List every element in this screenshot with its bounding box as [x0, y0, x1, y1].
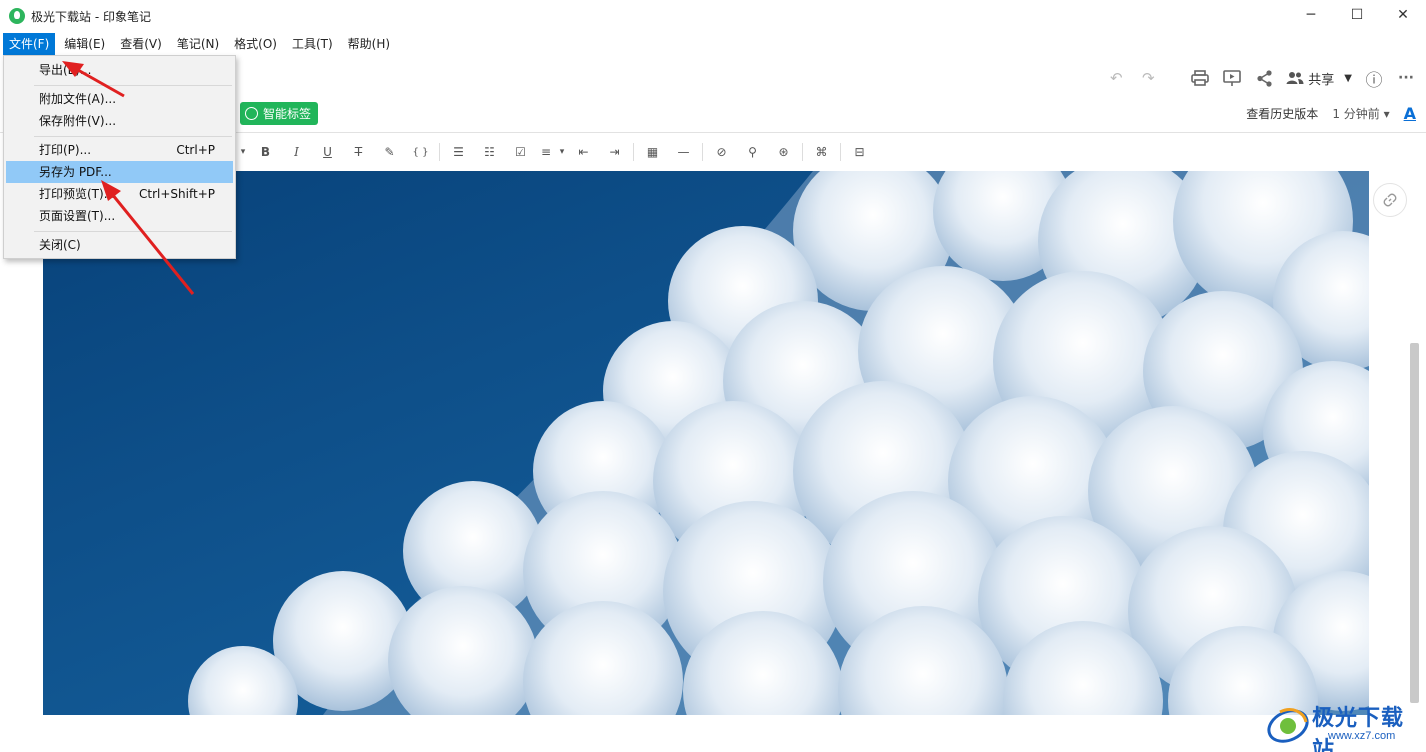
- outdent-icon[interactable]: ⇤: [568, 140, 599, 164]
- history-link[interactable]: 查看历史版本: [1246, 105, 1318, 122]
- menu-format[interactable]: 格式(O): [228, 33, 283, 55]
- users-icon: [1286, 72, 1304, 84]
- bullet-list-icon[interactable]: ☰: [443, 140, 474, 164]
- menu-separator: [34, 231, 232, 232]
- menu-item-label: 打印预览(T)...: [39, 187, 116, 201]
- format-toolbar: ▾ B I U T̶ ✎ { } ☰ ☷ ☑ ≡ ▾ ⇤ ⇥ ▦ — ⊘ ⚲ ⊛…: [236, 140, 875, 164]
- minimize-button[interactable]: ─: [1288, 0, 1334, 30]
- menu-separator: [34, 136, 232, 137]
- undo-icon[interactable]: ↶: [1106, 68, 1126, 88]
- smart-tag-button[interactable]: 智能标签: [240, 102, 319, 125]
- numbered-list-icon[interactable]: ☷: [474, 140, 505, 164]
- indent-icon[interactable]: ⇥: [599, 140, 630, 164]
- erase-format-icon[interactable]: ⊟: [844, 140, 875, 164]
- toolbar-separator: [702, 143, 703, 161]
- menu-item-print[interactable]: 打印(P)... Ctrl+P: [6, 139, 233, 161]
- file-menu-dropdown: 导出(E)... 附加文件(A)... 保存附件(V)... 打印(P)... …: [3, 55, 236, 259]
- window-title: 极光下载站 - 印象笔记: [31, 9, 151, 24]
- shortcut-icon[interactable]: ⌘: [806, 140, 837, 164]
- menu-item-shortcut: Ctrl+Shift+P: [139, 187, 215, 201]
- attachment-icon[interactable]: ⊘: [706, 140, 737, 164]
- menu-item-label: 打印(P)...: [39, 143, 92, 157]
- code-icon[interactable]: { }: [405, 140, 436, 164]
- toolbar-separator: [802, 143, 803, 161]
- checklist-icon[interactable]: ☑: [505, 140, 536, 164]
- smart-tag-label: 智能标签: [263, 107, 312, 121]
- watermark-logo-icon: [1267, 708, 1309, 743]
- menu-item-label: 关闭(C): [39, 238, 81, 252]
- horizontal-rule-icon[interactable]: —: [668, 140, 699, 164]
- menu-item-page-setup[interactable]: 页面设置(T)...: [6, 205, 233, 227]
- scrollbar[interactable]: [1410, 343, 1419, 703]
- mindmap-icon[interactable]: ⊛: [768, 140, 799, 164]
- print-icon[interactable]: [1190, 68, 1210, 88]
- share-label: 共享: [1308, 72, 1335, 88]
- redo-icon[interactable]: ↷: [1138, 68, 1158, 88]
- menu-item-close[interactable]: 关闭(C): [6, 234, 233, 256]
- table-icon[interactable]: ▦: [637, 140, 668, 164]
- menu-item-label: 附加文件(A)...: [39, 92, 117, 106]
- present-icon[interactable]: [1222, 68, 1242, 88]
- menu-item-label: 导出(E)...: [39, 63, 92, 77]
- chevron-down-icon: ▼: [1344, 72, 1352, 84]
- menu-tools[interactable]: 工具(T): [286, 33, 339, 55]
- window-controls: ─ ☐ ✕: [1288, 0, 1426, 32]
- menu-item-label: 页面设置(T)...: [39, 209, 116, 223]
- menu-file[interactable]: 文件(F): [3, 33, 56, 55]
- strikethrough-icon[interactable]: T̶: [343, 140, 374, 164]
- menu-item-save-attachment[interactable]: 保存附件(V)...: [6, 110, 233, 132]
- menu-item-label: 保存附件(V)...: [39, 114, 117, 128]
- share-button[interactable]: 共享 ▼: [1286, 69, 1352, 88]
- watermark-text: 极光下载站: [1312, 706, 1405, 752]
- note-actions: ↶ ↷ 共享 ▼ ⓘ ···: [1106, 64, 1416, 92]
- close-button[interactable]: ✕: [1380, 0, 1426, 30]
- history-area: 查看历史版本 1 分钟前 ▾ A: [1246, 104, 1416, 123]
- watermark-url: www.xz7.com: [1328, 730, 1396, 742]
- font-style-icon[interactable]: A: [1404, 104, 1416, 123]
- more-icon[interactable]: ···: [1396, 68, 1416, 88]
- maximize-button[interactable]: ☐: [1334, 0, 1380, 30]
- italic-icon[interactable]: I: [281, 140, 312, 164]
- watermark: 极光下载站 www.xz7.com: [1266, 698, 1421, 752]
- menu-item-shortcut: Ctrl+P: [176, 143, 215, 157]
- link-icon[interactable]: [1373, 183, 1407, 217]
- share-nodes-icon[interactable]: [1254, 68, 1274, 88]
- toolbar-separator: [840, 143, 841, 161]
- menu-help[interactable]: 帮助(H): [342, 33, 396, 55]
- highlight-icon[interactable]: ✎: [374, 140, 405, 164]
- toolbar-separator: [439, 143, 440, 161]
- menu-item-attach-file[interactable]: 附加文件(A)...: [6, 88, 233, 110]
- underline-icon[interactable]: U: [312, 140, 343, 164]
- menu-item-print-preview[interactable]: 打印预览(T)... Ctrl+Shift+P: [6, 183, 233, 205]
- image-icon[interactable]: ⚲: [737, 140, 768, 164]
- font-size-dropdown-icon[interactable]: ▾: [236, 140, 250, 164]
- time-dropdown[interactable]: 1 分钟前 ▾: [1332, 105, 1389, 122]
- title-bar: 极光下载站 - 印象笔记 ─ ☐ ✕: [0, 0, 1426, 32]
- menu-separator: [34, 85, 232, 86]
- align-dropdown-icon[interactable]: ▾: [556, 140, 568, 164]
- align-icon[interactable]: ≡: [536, 140, 556, 164]
- toolbar-separator: [633, 143, 634, 161]
- menu-item-export[interactable]: 导出(E)...: [6, 59, 233, 81]
- note-image-clouds[interactable]: [43, 171, 1369, 715]
- menu-view[interactable]: 查看(V): [114, 33, 168, 55]
- evernote-logo-icon: [9, 8, 25, 24]
- menu-bar: 文件(F) 编辑(E) 查看(V) 笔记(N) 格式(O) 工具(T) 帮助(H…: [0, 33, 396, 55]
- bold-icon[interactable]: B: [250, 140, 281, 164]
- menu-item-save-as-pdf[interactable]: 另存为 PDF...: [6, 161, 233, 183]
- tag-icon: [245, 107, 258, 120]
- info-icon[interactable]: ⓘ: [1364, 68, 1384, 91]
- menu-item-label: 另存为 PDF...: [39, 165, 112, 179]
- menu-edit[interactable]: 编辑(E): [58, 33, 111, 55]
- menu-note[interactable]: 笔记(N): [171, 33, 225, 55]
